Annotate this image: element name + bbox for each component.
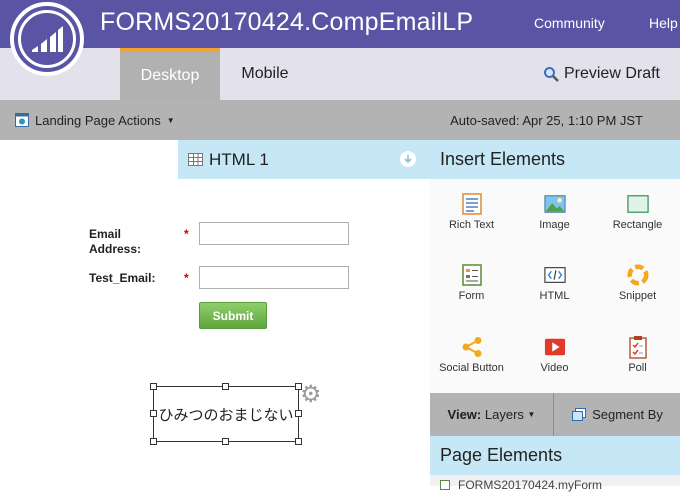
gear-icon[interactable]: ⚙ bbox=[300, 383, 322, 407]
email-address-label: Email Address: bbox=[89, 227, 142, 256]
insert-snippet[interactable]: Snippet bbox=[596, 250, 679, 320]
page-canvas[interactable]: HTML 1 Email Address: * Test_Email: * Su… bbox=[0, 140, 430, 486]
view-label: View: bbox=[447, 407, 482, 422]
community-link[interactable]: Community bbox=[534, 15, 605, 31]
html-icon bbox=[543, 264, 566, 286]
rectangle-icon bbox=[626, 193, 649, 215]
resize-handle[interactable] bbox=[150, 410, 157, 417]
html-block-header[interactable]: HTML 1 bbox=[178, 140, 430, 179]
tab-desktop[interactable]: Desktop bbox=[120, 48, 220, 100]
rich-text-label: Rich Text bbox=[448, 219, 495, 231]
rectangle-label: Rectangle bbox=[612, 219, 663, 231]
resize-handle[interactable] bbox=[150, 383, 157, 390]
page-elements-header: Page Elements bbox=[430, 436, 680, 475]
dropdown-caret-icon: ▼ bbox=[166, 115, 175, 125]
insert-social-button[interactable]: Social Button bbox=[430, 322, 513, 392]
form-icon bbox=[461, 264, 483, 286]
top-header: FORMS20170424.CompEmailLP Community Help bbox=[0, 0, 680, 48]
insert-rich-text[interactable]: Rich Text bbox=[430, 179, 513, 249]
snippet-label: Snippet bbox=[618, 290, 657, 302]
rich-text-icon bbox=[461, 193, 483, 215]
tab-mobile[interactable]: Mobile bbox=[220, 48, 310, 100]
insert-elements-grid: Rich Text Image Rectangle Form HTML Snip… bbox=[430, 179, 680, 393]
view-value: Layers bbox=[484, 407, 524, 422]
landing-page-actions-menu[interactable]: Landing Page Actions ▼ bbox=[15, 100, 175, 140]
required-marker: * bbox=[184, 227, 189, 241]
download-arrow-icon[interactable] bbox=[400, 151, 416, 167]
logo-bars-icon bbox=[32, 26, 63, 52]
social-button-label: Social Button bbox=[439, 362, 504, 374]
test-email-label: Test_Email: bbox=[89, 271, 156, 285]
segment-icon bbox=[572, 408, 587, 421]
insert-elements-header: Insert Elements bbox=[430, 140, 680, 179]
insert-image[interactable]: Image bbox=[513, 179, 596, 249]
resize-handle[interactable] bbox=[222, 383, 229, 390]
view-bar: View: Layers ▼ Segment By bbox=[430, 393, 680, 436]
image-icon bbox=[543, 193, 566, 215]
magnifier-icon bbox=[543, 67, 559, 82]
insert-html[interactable]: HTML bbox=[513, 250, 596, 320]
insert-rectangle[interactable]: Rectangle bbox=[596, 179, 679, 249]
submit-button[interactable]: Submit bbox=[199, 302, 267, 329]
video-icon bbox=[544, 336, 566, 358]
dropdown-caret-icon: ▼ bbox=[527, 410, 536, 419]
insert-form[interactable]: Form bbox=[430, 250, 513, 320]
resize-handle[interactable] bbox=[222, 438, 229, 445]
resize-handle[interactable] bbox=[295, 438, 302, 445]
marketo-logo[interactable] bbox=[10, 2, 84, 76]
html-label: HTML bbox=[539, 290, 570, 302]
help-link[interactable]: Help bbox=[649, 15, 678, 31]
page-element-row[interactable]: FORMS20170424.myForm bbox=[440, 478, 602, 492]
required-marker: * bbox=[184, 271, 189, 285]
form-element-icon bbox=[440, 480, 450, 490]
insert-video[interactable]: Video bbox=[513, 322, 596, 392]
preview-draft-button[interactable]: Preview Draft bbox=[543, 48, 660, 100]
resize-handle[interactable] bbox=[150, 438, 157, 445]
html-block-title: HTML 1 bbox=[209, 149, 269, 169]
email-address-field[interactable] bbox=[199, 222, 349, 245]
preview-draft-label: Preview Draft bbox=[563, 65, 660, 82]
image-label: Image bbox=[539, 219, 570, 231]
logo-mark bbox=[18, 10, 76, 68]
resize-handle[interactable] bbox=[295, 410, 302, 417]
segment-by-button[interactable]: Segment By bbox=[555, 393, 680, 436]
poll-icon bbox=[627, 336, 649, 359]
social-button-icon bbox=[461, 336, 483, 358]
grid-icon bbox=[188, 153, 203, 166]
snippet-icon bbox=[626, 264, 649, 286]
view-layers-dropdown[interactable]: View: Layers ▼ bbox=[430, 393, 554, 436]
rich-text-element[interactable]: ひみつのおまじない bbox=[153, 386, 299, 442]
insert-poll[interactable]: Poll bbox=[596, 322, 679, 392]
form-label: Form bbox=[458, 290, 485, 302]
poll-label: Poll bbox=[628, 362, 647, 374]
app-title: FORMS20170424.CompEmailLP bbox=[100, 8, 474, 36]
video-label: Video bbox=[540, 362, 569, 374]
page-element-name: FORMS20170424.myForm bbox=[458, 478, 603, 492]
landing-page-actions-label: Landing Page Actions bbox=[35, 112, 161, 128]
action-bar: Landing Page Actions ▼ Auto-saved: Apr 2… bbox=[0, 100, 680, 140]
autosave-status: Auto-saved: Apr 25, 1:10 PM JST bbox=[450, 112, 643, 128]
landing-page-icon bbox=[15, 113, 29, 127]
right-panel: Insert Elements Rich Text Image Rectangl… bbox=[430, 140, 680, 492]
segment-by-label: Segment By bbox=[592, 407, 663, 422]
test-email-field[interactable] bbox=[199, 266, 349, 289]
tabs-row: Desktop Mobile Preview Draft bbox=[0, 48, 680, 100]
